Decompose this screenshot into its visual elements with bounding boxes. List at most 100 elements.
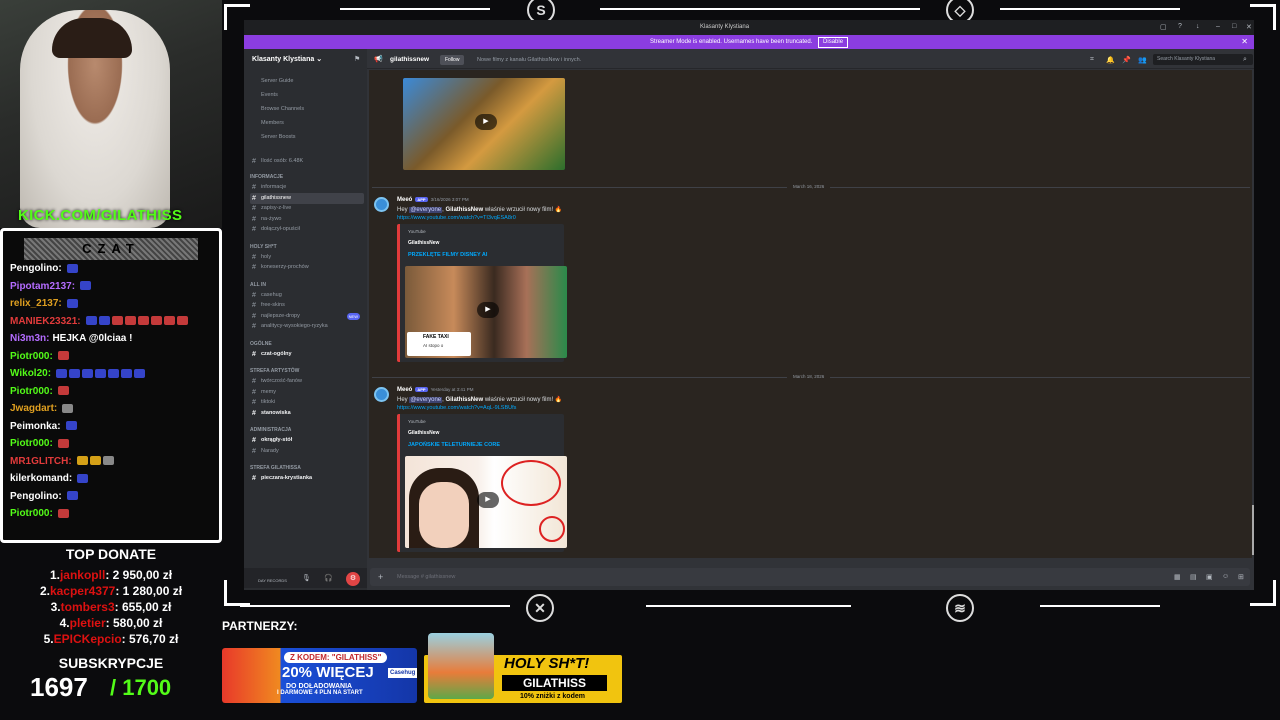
nav-members[interactable]: Members (250, 118, 364, 129)
follow-button[interactable]: Follow (440, 55, 465, 65)
channel-tw-rczo-fan-w[interactable]: # twórczość-fanów (250, 376, 364, 387)
add-friend-icon[interactable]: ⚑ (354, 55, 360, 63)
play-icon[interactable]: ▶ (477, 302, 499, 318)
channel-analitycy-wysokiego-ryzyka[interactable]: # analitycy-wysokiego-ryzyka (250, 321, 364, 332)
emote-icon (85, 316, 97, 326)
help-icon[interactable]: ? (1178, 23, 1182, 30)
search-input[interactable]: Search Klasanty Klystiana (1153, 54, 1253, 65)
channel-koneserzy-proch-w[interactable]: # koneserzy-prochów (250, 262, 364, 273)
play-icon[interactable]: ▶ (477, 492, 499, 508)
threads-icon[interactable]: ⌗ (1090, 56, 1094, 64)
category-gilathiss[interactable]: STREFA GILATHISSA (250, 465, 301, 471)
video-thumbnail-disney[interactable]: FAKE TAXI AI stopo o ▶ (405, 266, 567, 358)
sticker-icon[interactable]: ▣ (1206, 573, 1213, 581)
category-holy[interactable]: HOLY SH*T (250, 244, 277, 250)
play-icon[interactable]: ▶ (475, 114, 497, 130)
message-input[interactable] (370, 568, 1250, 586)
video-thumbnail-japan[interactable]: ▶ (405, 456, 567, 548)
channel-na-ywo[interactable]: # na-żywo (250, 214, 364, 225)
chat-message: Peimonka: (10, 421, 77, 432)
inbox-icon[interactable]: ▢ (1160, 23, 1167, 31)
nav-events[interactable]: Events (250, 90, 364, 101)
chat-username[interactable]: Pengolino: (10, 491, 62, 502)
apps-icon[interactable]: ⊞ (1238, 573, 1244, 581)
channel-do-czy-opu-ci-[interactable]: # dołączył-opuścił (250, 224, 364, 235)
nav-server-guide[interactable]: Server Guide (250, 76, 364, 87)
add-attachment-icon[interactable]: + (378, 572, 383, 582)
chat-username[interactable]: Piotr000: (10, 438, 53, 449)
bot-avatar[interactable] (374, 197, 389, 212)
partners-label: PARTNERZY: (222, 619, 298, 633)
channel-casehug[interactable]: # casehug (250, 290, 364, 301)
disable-button[interactable]: Disable (818, 37, 849, 48)
channel-informacje[interactable]: # informacje (250, 182, 364, 193)
channel-gilathissnew[interactable]: # gilathissnew (250, 192, 364, 204)
nav-server-boosts[interactable]: Server Boosts (250, 132, 364, 143)
category-artysty[interactable]: STREFA ARTYSTÓW (250, 368, 299, 374)
members-icon[interactable]: 👥 (1138, 56, 1147, 64)
video-link[interactable]: https://www.youtube.com/watch?v=TI3vqESA… (397, 215, 516, 221)
channel-tiktoki[interactable]: # tiktoki (250, 397, 364, 408)
settings-gear-icon[interactable]: ⚙ (346, 572, 360, 586)
chat-username[interactable]: Piotr000: (10, 386, 53, 397)
channel-zapisy-z-live[interactable]: # zapisy-z-live (250, 203, 364, 214)
emote-icon (89, 456, 101, 466)
chat-username[interactable]: Ni3m3n: (10, 333, 49, 344)
channel-holy[interactable]: # holy (250, 252, 364, 263)
mention[interactable]: @everyone (409, 397, 443, 403)
channel-okr-g-y-st-[interactable]: # okrągły-stół (250, 435, 364, 446)
close-icon[interactable]: ✕ (1246, 23, 1252, 31)
video-thumbnail-minecraft[interactable]: ▶ (403, 78, 565, 170)
channel-pieczara-krystianka[interactable]: # pieczara-krystianka (250, 473, 364, 484)
chat-title: CZAT (24, 238, 198, 260)
message-author[interactable]: Meeó APP 3/16/2026 3:07 PM (397, 197, 469, 203)
chat-username[interactable]: kilerkomand: (10, 473, 72, 484)
category-allin[interactable]: ALL IN (250, 282, 266, 288)
video-link[interactable]: https://www.youtube.com/watch?v=AqL-9LSB… (397, 405, 516, 411)
dismiss-banner-icon[interactable]: ✕ (1241, 35, 1248, 49)
chat-username[interactable]: Peimonka: (10, 421, 61, 432)
mention[interactable]: @everyone (409, 207, 443, 213)
search-icon[interactable]: ⌕ (1243, 56, 1247, 64)
emote-icon (124, 316, 136, 326)
member-count-channel[interactable]: # Ilość osób: 6.48K (250, 156, 364, 167)
channel-narady[interactable]: # Narady (250, 446, 364, 457)
mic-icon[interactable]: 🎙 (302, 574, 311, 582)
chat-username[interactable]: Wikol20: (10, 368, 51, 379)
emoji-icon[interactable]: ☺ (1222, 573, 1229, 580)
message-author[interactable]: Meeó APP Yesterday at 3:41 PM (397, 387, 473, 393)
embed-title[interactable]: PRZEKLĘTE FILMY DISNEY AI (408, 252, 487, 258)
chat-username[interactable]: Jwagdart: (10, 403, 57, 414)
chat-username[interactable]: MR1GLITCH: (10, 456, 72, 467)
youtube-embed: YouTube GilathissNew PRZEKLĘTE FILMY DIS… (397, 224, 567, 362)
chat-username[interactable]: Piotr000: (10, 508, 53, 519)
category-info[interactable]: INFORMACJE (250, 174, 283, 180)
channel-najlepsze-dropy[interactable]: # najlepsze-dropy NEW (250, 311, 364, 322)
nav-browse-channels[interactable]: Browse Channels (250, 104, 364, 115)
channel-czat-og-lny[interactable]: # czat-ogólny (250, 349, 364, 360)
category-ogolne[interactable]: Ogólne (250, 341, 272, 347)
chat-username[interactable]: Pipotam2137: (10, 281, 75, 292)
notifications-icon[interactable]: 🔔 (1106, 56, 1115, 64)
chat-username[interactable]: Pengolino: (10, 263, 62, 274)
download-icon[interactable]: ↓ (1196, 23, 1200, 30)
bot-avatar[interactable] (374, 387, 389, 402)
chat-username[interactable]: relix_2137: (10, 298, 62, 309)
scrollbar[interactable] (1252, 505, 1254, 555)
channel-free-skins[interactable]: # free-skins (250, 300, 364, 311)
embed-author[interactable]: GilathissNew (408, 240, 439, 246)
embed-author[interactable]: GilathissNew (408, 430, 439, 436)
category-admin[interactable]: ADMINISTRACJA (250, 427, 291, 433)
chat-username[interactable]: Piotr000: (10, 351, 53, 362)
pin-icon[interactable]: 📌 (1122, 56, 1131, 64)
gift-icon[interactable]: ▦ (1174, 573, 1181, 581)
channel-memy[interactable]: # memy (250, 387, 364, 398)
headphones-icon[interactable]: 🎧 (324, 574, 333, 582)
server-name[interactable]: Klasanty Klystiana ⌄ (252, 55, 322, 63)
channel-stanowiska[interactable]: # stanowiska (250, 408, 364, 419)
embed-title[interactable]: JAPOŃSKIE TELETURNIEJE CORE (408, 442, 500, 448)
maximize-icon[interactable]: □ (1232, 23, 1236, 30)
gif-icon[interactable]: ▤ (1190, 573, 1197, 581)
minimize-icon[interactable]: – (1216, 23, 1220, 30)
chat-username[interactable]: MANIEK23321: (10, 316, 81, 327)
